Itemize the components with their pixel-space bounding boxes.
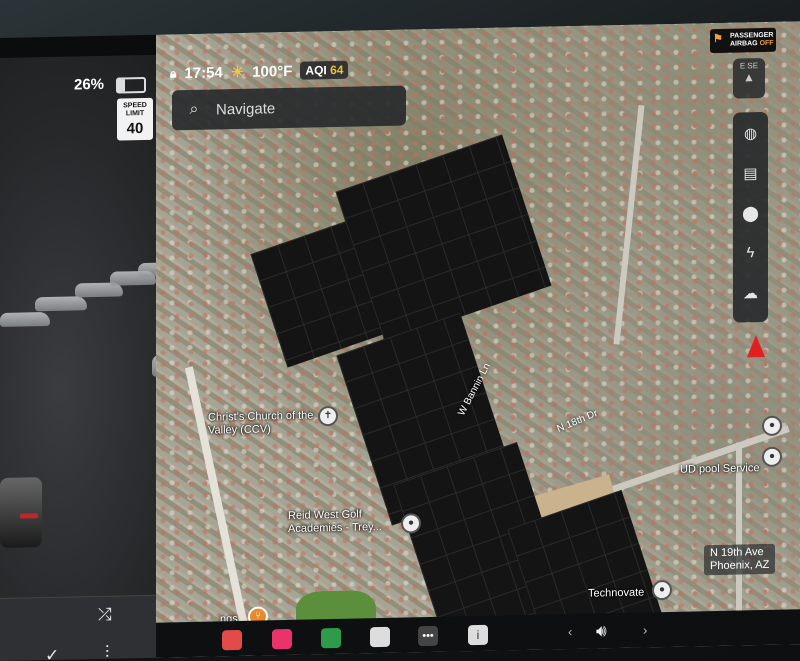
equalizer-icon[interactable]: ⫶ [105, 643, 109, 661]
globe-icon[interactable]: ◍ [733, 124, 768, 149]
battery-icon [116, 76, 146, 94]
volume-icon[interactable]: 🔊︎ [596, 621, 607, 641]
speed-limit-sign: SPEED LIMIT 40 [117, 97, 153, 141]
notes-app-icon[interactable] [370, 626, 390, 648]
current-location-address: N 19th Ave Phoenix, AZ [704, 543, 776, 576]
info-app-icon[interactable]: i [468, 624, 488, 646]
map-controls-toolbar: ◍ ▤ ⬤ ϟ ☁ [733, 111, 768, 323]
charging-bolt-icon[interactable]: ϟ [733, 244, 768, 269]
lock-icon[interactable]: 🔒︎ [170, 66, 176, 81]
compass-button[interactable]: E SE ▲ [733, 57, 765, 99]
nearby-car [35, 296, 87, 312]
touchscreen: 26% SPEED LIMIT 40 ⤮ ⟲ ✓ ⫶ ⌕ [0, 21, 800, 661]
compass-arrow-icon: ▲ [743, 70, 755, 85]
ego-vehicle [0, 477, 42, 548]
navigate-placeholder: Navigate [216, 99, 276, 118]
temperature: 100°F [252, 62, 293, 81]
passenger-airbag-indicator: ⚑ PASSENGER AIRBAG OFF [710, 27, 776, 54]
traffic-icon[interactable]: ▤ [733, 164, 768, 189]
poi-label-church[interactable]: Christ's Church of the Valley (CCV) [208, 409, 328, 438]
clock: 17:54 [184, 63, 223, 82]
location-pin-icon[interactable]: ⬤ [733, 204, 768, 229]
speed-limit-value: 40 [126, 119, 144, 138]
aqi-label: AQI [305, 63, 327, 78]
nearby-car [0, 311, 50, 327]
airbag-icon: ⚑ [713, 32, 723, 46]
energy-app-icon[interactable] [321, 627, 341, 649]
address-street: N 19th Ave [710, 546, 764, 560]
status-bar: 🔒︎ 17:54 ☀ 100°F AQI 64 [170, 60, 349, 83]
aqi-value: 64 [330, 62, 344, 78]
check-icon[interactable]: ✓ [45, 646, 59, 661]
search-icon: ⌕ [189, 100, 199, 119]
shuffle-icon[interactable]: ⤮ [98, 605, 112, 625]
chevron-left-icon[interactable]: ‹ [568, 624, 572, 639]
sun-icon: ☀ [230, 63, 245, 82]
battery-percent: 26% [74, 75, 105, 94]
aqi-badge: AQI 64 [300, 60, 349, 80]
poi-label-technovate[interactable]: Technovate [588, 587, 644, 601]
airbag-line2: AIRBAG [730, 40, 758, 48]
chevron-right-icon[interactable]: › [643, 622, 647, 637]
address-city: Phoenix, AZ [710, 558, 770, 573]
calendar-app-icon[interactable] [222, 629, 242, 651]
poi-label-pool[interactable]: UD pool Service [680, 462, 759, 477]
speed-limit-title: SPEED LIMIT [123, 101, 147, 118]
more-apps-icon[interactable]: ••• [418, 625, 438, 647]
vehicle-heading-arrow-icon [747, 334, 765, 358]
navigate-search-input[interactable]: ⌕ Navigate [172, 85, 406, 131]
airbag-state: OFF [759, 39, 774, 48]
poi-label-golf[interactable]: Reid West Golf Academies - Trey... [288, 507, 412, 536]
music-app-icon[interactable] [272, 628, 292, 650]
weather-cloud-icon[interactable]: ☁ [733, 284, 768, 309]
